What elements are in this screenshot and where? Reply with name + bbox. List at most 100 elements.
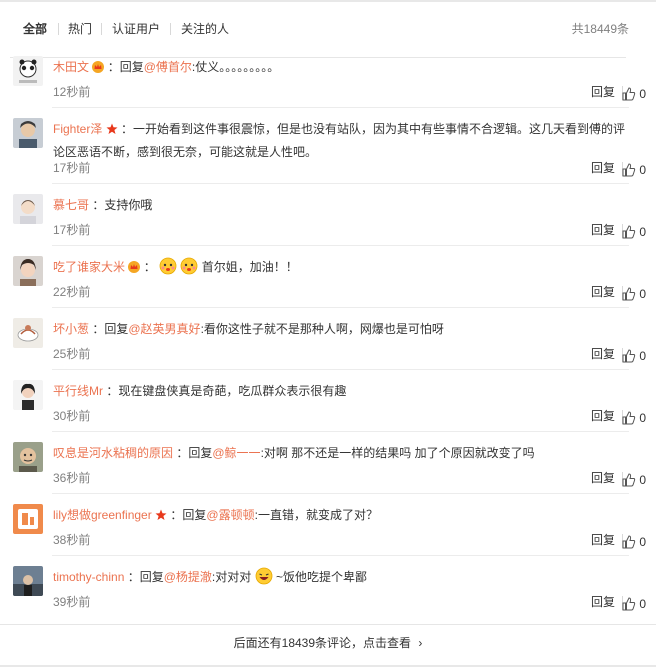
comment-username[interactable]: Fighter泽	[53, 122, 102, 136]
comment-username[interactable]: timothy-chinn	[53, 570, 124, 584]
thumbs-up-icon	[622, 225, 636, 239]
avatar[interactable]	[13, 194, 43, 224]
comment-list: 木田文 ：回复 @傅首尔:仗义。。。。。。。。。 12秒前 回复 0 Fighte…	[0, 46, 656, 618]
like-button[interactable]: 0	[622, 286, 646, 302]
comment-text: ：一开始看到这件事很震惊，但是也没有站队，因为其中有些事情不合逻辑。这几天看到傅…	[53, 122, 626, 159]
like-button[interactable]: 0	[622, 162, 646, 178]
tab-following[interactable]: 关注的人	[181, 14, 229, 44]
thumbs-up-icon	[622, 163, 636, 177]
comment-filter-tabs: 全部 热门 认证用户 关注的人 共18449条	[0, 14, 656, 58]
top-divider	[0, 0, 656, 2]
mention-link[interactable]: @露顿顿	[206, 508, 254, 522]
chevron-right-icon: ›	[418, 636, 423, 650]
comment-username[interactable]: 木田文	[53, 60, 89, 74]
reply-button[interactable]: 回复	[591, 407, 615, 424]
tab-hot[interactable]: 热门	[68, 14, 92, 44]
reply-button[interactable]: 回复	[591, 159, 615, 176]
tab-separator	[170, 23, 171, 35]
cheer-emoji-icon	[181, 257, 198, 275]
like-button[interactable]: 0	[622, 472, 646, 488]
comment-username[interactable]: 坏小葱	[53, 322, 89, 336]
comment-text: :对啊 那不还是一样的结果吗 加了个原因就改变了吗	[260, 446, 535, 460]
star-badge-icon	[155, 509, 167, 520]
comment-item: 木田文 ：回复@傅首尔:仗义。。。。。。。。。 12秒前 回复 0	[0, 46, 656, 108]
cheer-emoji-icon	[159, 257, 177, 275]
avatar[interactable]	[13, 442, 43, 472]
load-more-comments-link[interactable]: 后面还有18439条评论，点击查看 ›	[0, 628, 656, 658]
like-count: 0	[639, 473, 646, 487]
comment-username[interactable]: 叹息是河水粘稠的原因	[53, 446, 173, 460]
comment-item: 吃了谁家大米 ： 首尔姐，加油！！ 22秒前 回复 0	[0, 246, 656, 308]
comment-time: 30秒前	[53, 409, 91, 423]
load-more-label: 后面还有18439条评论，点击查看	[233, 636, 412, 650]
tab-verified-users[interactable]: 认证用户	[112, 14, 160, 44]
comment-text-prefix: ：回复	[92, 322, 129, 336]
thumbs-up-icon	[622, 87, 636, 101]
reply-button[interactable]: 回复	[591, 469, 615, 486]
mention-link[interactable]: @傅首尔	[144, 60, 192, 74]
comment-username[interactable]: 平行线Mr	[53, 384, 103, 398]
comment-text-prefix: ：回复	[127, 570, 164, 584]
mention-link[interactable]: @赵英男真好	[128, 322, 200, 336]
avatar[interactable]	[13, 56, 43, 86]
comment-item: 慕七哥 ：支持你哦 17秒前 回复 0	[0, 184, 656, 246]
like-button[interactable]: 0	[622, 534, 646, 550]
comment-time: 38秒前	[53, 533, 91, 547]
thumbs-up-icon	[622, 287, 636, 301]
comment-item: 叹息是河水粘稠的原因 ：回复@鲸一一:对啊 那不还是一样的结果吗 加了个原因就改…	[0, 432, 656, 494]
comment-time: 25秒前	[53, 347, 91, 361]
comment-text-suffix: ~饭他吃提个卑鄙	[275, 570, 367, 584]
comment-username[interactable]: 慕七哥	[53, 198, 89, 212]
comment-text: 首尔姐，加油！！	[201, 260, 298, 274]
reply-button[interactable]: 回复	[591, 83, 615, 100]
comment-item: lily想做greenfinger ：回复@露顿顿:一直错，就变成了对？ 38秒…	[0, 494, 656, 556]
avatar[interactable]	[13, 380, 43, 410]
avatar[interactable]	[13, 318, 43, 348]
reply-button[interactable]: 回复	[591, 283, 615, 300]
like-count: 0	[639, 597, 646, 611]
like-count: 0	[639, 535, 646, 549]
thumbs-up-icon	[622, 411, 636, 425]
comment-text: :仗义。。。。。。。。。	[191, 60, 280, 74]
like-button[interactable]: 0	[622, 86, 646, 102]
comment-item: timothy-chinn ：回复@杨提澈:对对对 ~饭他吃提个卑鄙 39秒前 …	[0, 556, 656, 618]
comment-text: ：支持你哦	[92, 198, 153, 212]
laughing-emoji-icon	[255, 567, 273, 585]
comment-username[interactable]: 吃了谁家大米	[53, 260, 125, 274]
comment-total-count: 共18449条	[571, 22, 629, 36]
like-count: 0	[639, 225, 646, 239]
thumbs-up-icon	[622, 597, 636, 611]
mention-link[interactable]: @杨提澈	[164, 570, 212, 584]
avatar[interactable]	[13, 566, 43, 596]
reply-button[interactable]: 回复	[591, 593, 615, 610]
comment-time: 36秒前	[53, 471, 91, 485]
comment-text-prefix: ：回复	[170, 508, 207, 522]
thumbs-up-icon	[622, 535, 636, 549]
reply-button[interactable]: 回复	[591, 221, 615, 238]
comment-username[interactable]: lily想做greenfinger	[53, 508, 152, 522]
avatar[interactable]	[13, 504, 43, 534]
avatar[interactable]	[13, 256, 43, 286]
comment-time: 17秒前	[53, 223, 91, 237]
reply-button[interactable]: 回复	[591, 345, 615, 362]
mention-link[interactable]: @鲸一一	[212, 446, 260, 460]
avatar[interactable]	[13, 118, 43, 148]
like-button[interactable]: 0	[622, 348, 646, 364]
like-button[interactable]: 0	[622, 410, 646, 426]
tab-all[interactable]: 全部	[23, 14, 47, 44]
reply-button[interactable]: 回复	[591, 531, 615, 548]
like-button[interactable]: 0	[622, 596, 646, 612]
tab-separator	[101, 23, 102, 35]
comment-time: 12秒前	[53, 85, 91, 99]
comment-time: 39秒前	[53, 595, 91, 609]
like-count: 0	[639, 411, 646, 425]
comment-text: :一直错，就变成了对？	[254, 508, 378, 522]
like-count: 0	[639, 87, 646, 101]
comment-item: 坏小葱 ：回复@赵英男真好:看你这性子就不是那种人啊，网爆也是可怕呀 25秒前 …	[0, 308, 656, 370]
star-badge-icon	[106, 123, 118, 134]
like-count: 0	[639, 349, 646, 363]
comment-panel: 全部 热门 认证用户 关注的人 共18449条 木田文 ：回复 @傅首尔:仗义。。…	[0, 0, 656, 667]
like-button[interactable]: 0	[622, 224, 646, 240]
comment-text-prefix: ：回复	[176, 446, 213, 460]
vip-crown-icon	[92, 61, 105, 73]
